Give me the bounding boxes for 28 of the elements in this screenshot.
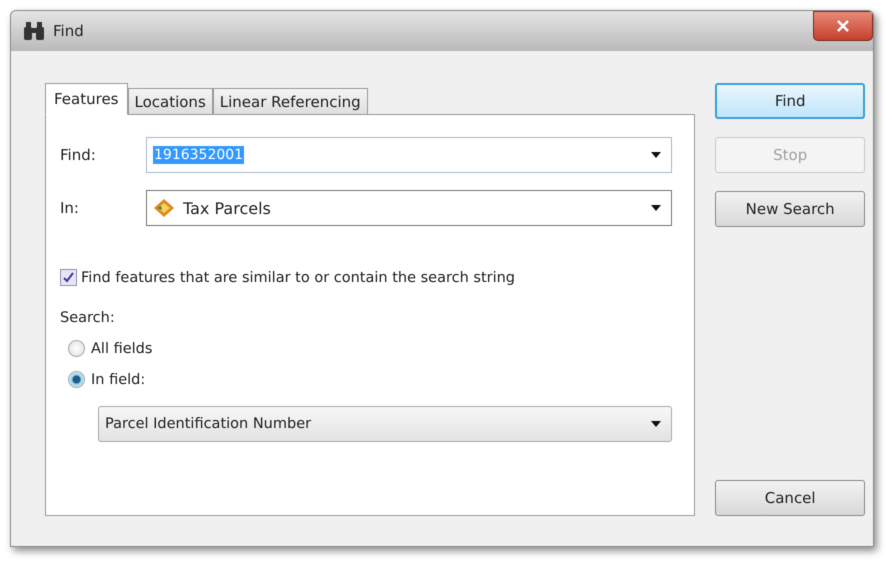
close-button[interactable] [813, 11, 873, 41]
layer-icon [153, 198, 175, 218]
field-dropdown[interactable]: Parcel Identification Number [98, 406, 672, 442]
tab[interactable]: Features [45, 83, 128, 115]
find-value: 1916352001 [153, 146, 244, 164]
dialog-button[interactable]: New Search [715, 191, 865, 227]
radio-button[interactable] [68, 340, 85, 357]
field-value: Parcel Identification Number [105, 416, 312, 432]
in-label: In: [60, 199, 80, 217]
tab[interactable]: Linear Referencing [212, 88, 368, 115]
layer-value: Tax Parcels [183, 198, 271, 218]
window-title: Find [53, 22, 84, 40]
similar-checkbox[interactable] [60, 269, 77, 286]
dialog-button[interactable]: Find [715, 83, 865, 119]
dropdown-arrow-icon [651, 205, 662, 211]
tab[interactable]: Locations [128, 88, 213, 115]
binoculars-icon [23, 21, 45, 41]
radio-label: All fields [91, 340, 152, 356]
dropdown-arrow-icon [651, 152, 662, 158]
layer-dropdown[interactable]: Tax Parcels [146, 190, 672, 226]
radio-label: In field: [91, 372, 146, 388]
find-label: Find: [60, 146, 97, 164]
search-label: Search: [60, 310, 116, 326]
checkbox-label: Find features that are similar to or contain the search string [81, 270, 516, 286]
close-icon [837, 20, 849, 32]
cancel-button[interactable]: Cancel [715, 480, 865, 516]
radio-button[interactable] [68, 371, 85, 388]
dropdown-arrow-icon [651, 421, 662, 427]
